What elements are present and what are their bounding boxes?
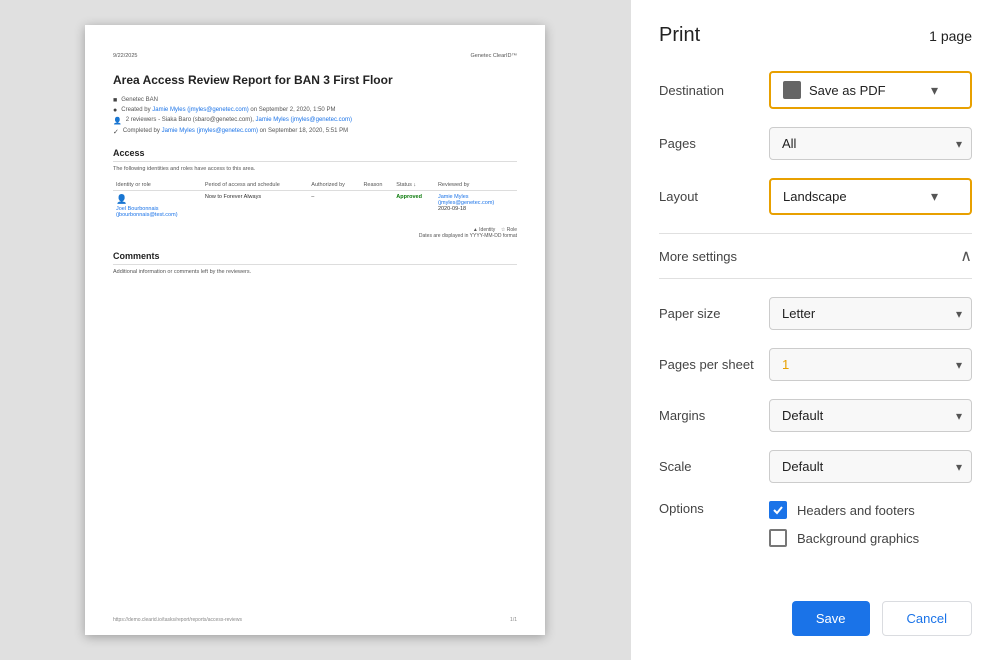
pages-select-wrapper: All ▾ [769, 127, 972, 160]
options-row: Options Headers and footers Background g… [659, 501, 972, 547]
option2-row: Background graphics [769, 529, 919, 547]
cancel-button[interactable]: Cancel [882, 601, 972, 636]
meta-created: Created by Jamie Myles (jmyles@genetec.c… [121, 107, 335, 113]
scale-row: Scale Default ▾ [659, 450, 972, 483]
reviewers-icon: 👤 [113, 117, 122, 125]
headers-footers-checkbox[interactable] [769, 501, 787, 519]
cell-identity: 👤 Joel Bourbonnais(jbourbonnais@test.com… [113, 191, 202, 222]
col-period: Period of access and schedule [202, 180, 308, 191]
print-title: Print [659, 24, 700, 47]
pages-row: Pages All ▾ [659, 127, 972, 160]
preview-area: 9/22/2025 Genetec ClearID™ Area Access R… [0, 0, 630, 660]
background-graphics-checkbox[interactable] [769, 529, 787, 547]
company-icon: ■ [113, 97, 117, 104]
layout-row: Layout Landscape ▾ [659, 178, 972, 215]
pages-per-sheet-row: Pages per sheet 1 ▾ [659, 348, 972, 381]
doc-title: Area Access Review Report for BAN 3 Firs… [113, 73, 517, 87]
layout-arrow-icon: ▾ [931, 188, 938, 205]
layout-value: Landscape [783, 189, 847, 204]
scale-select[interactable]: Default [769, 450, 972, 483]
completer-link[interactable]: Jamie Myles (jmyles@genetec.com) [162, 128, 258, 134]
more-settings-row[interactable]: More settings ∧ [659, 233, 972, 279]
cell-reason [360, 191, 393, 222]
layout-label: Layout [659, 189, 769, 204]
cell-reviewer: Jamie Myles(jmyles@genetec.com)2020-09-1… [435, 191, 517, 222]
destination-label: Destination [659, 83, 769, 98]
margins-row: Margins Default ▾ [659, 399, 972, 432]
col-status: Status ↓ [393, 180, 435, 191]
background-graphics-label: Background graphics [797, 531, 919, 546]
meta-company: Genetec BAN [121, 97, 158, 103]
paper-size-label: Paper size [659, 306, 769, 321]
meta-completed: Completed by Jamie Myles (jmyles@genetec… [123, 128, 348, 134]
destination-row: Destination Save as PDF ▾ [659, 71, 972, 109]
footer-url: https://demo.clearid.io/tasks/report/rep… [113, 617, 242, 623]
doc-footer: https://demo.clearid.io/tasks/report/rep… [113, 617, 517, 623]
options-checkboxes: Headers and footers Background graphics [769, 501, 919, 547]
clock-icon: ● [113, 107, 117, 114]
paper-size-row: Paper size Letter ▾ [659, 297, 972, 330]
pps-wrapper: 1 ▾ [769, 348, 972, 381]
margins-wrapper: Default ▾ [769, 399, 972, 432]
headers-footers-label: Headers and footers [797, 503, 915, 518]
pps-select[interactable]: 1 [769, 348, 972, 381]
access-table: Identity or role Period of access and sc… [113, 180, 517, 221]
paper-size-select[interactable]: Letter [769, 297, 972, 330]
doc-meta: ■ Genetec BAN ● Created by Jamie Myles (… [113, 97, 517, 136]
access-section-title: Access [113, 148, 517, 162]
reviewer-link[interactable]: Jamie Myles (jmyles@genetec.com) [256, 117, 352, 123]
paper-size-wrapper: Letter ▾ [769, 297, 972, 330]
scale-label: Scale [659, 459, 769, 474]
margins-select[interactable]: Default [769, 399, 972, 432]
print-pages: 1 page [929, 28, 972, 44]
doc-top-bar: 9/22/2025 Genetec ClearID™ [113, 53, 517, 59]
meta-row-4: ✓ Completed by Jamie Myles (jmyles@genet… [113, 128, 517, 136]
layout-select[interactable]: Landscape ▾ [769, 178, 972, 215]
pages-label: Pages [659, 136, 769, 151]
pages-select[interactable]: All [769, 127, 972, 160]
document-page: 9/22/2025 Genetec ClearID™ Area Access R… [85, 25, 545, 635]
cell-authorized: – [308, 191, 360, 222]
margins-label: Margins [659, 408, 769, 423]
comments-title: Comments [113, 251, 517, 265]
destination-value: Save as PDF [809, 83, 886, 98]
print-header: Print 1 page [659, 24, 972, 47]
destination-select[interactable]: Save as PDF ▾ [769, 71, 972, 109]
save-button[interactable]: Save [792, 601, 870, 636]
cell-status: Approved [393, 191, 435, 222]
col-reviewer: Reviewed by [435, 180, 517, 191]
print-panel: Print 1 page Destination Save as PDF ▾ P… [630, 0, 1000, 660]
checkmark-icon [772, 504, 784, 516]
destination-arrow-icon: ▾ [931, 82, 938, 99]
doc-date: 9/22/2025 [113, 53, 137, 59]
cell-period: Now to Forever Always [202, 191, 308, 222]
bottom-buttons: Save Cancel [659, 593, 972, 636]
options-label: Options [659, 501, 769, 516]
pdf-icon [783, 81, 801, 99]
scale-wrapper: Default ▾ [769, 450, 972, 483]
footer-page: 1/1 [510, 617, 517, 623]
col-reason: Reason [360, 180, 393, 191]
table-footer: ▲ Identity ☆ Role Dates are displayed in… [113, 227, 517, 239]
layout-select-wrapper: Landscape ▾ [769, 178, 972, 215]
meta-row-1: ■ Genetec BAN [113, 97, 517, 104]
destination-select-wrapper: Save as PDF ▾ [769, 71, 972, 109]
comments-sub: Additional information or comments left … [113, 269, 517, 275]
pages-per-sheet-label: Pages per sheet [659, 357, 769, 372]
creator-link[interactable]: Jamie Myles (jmyles@genetec.com) [152, 107, 248, 113]
meta-row-3: 👤 2 reviewers - Siaka Baro (sbaro@genete… [113, 117, 517, 125]
meta-row-2: ● Created by Jamie Myles (jmyles@genetec… [113, 107, 517, 114]
check-icon: ✓ [113, 128, 119, 136]
option1-row: Headers and footers [769, 501, 919, 519]
access-section-sub: The following identities and roles have … [113, 166, 517, 172]
doc-brand: Genetec ClearID™ [471, 53, 517, 59]
meta-reviewers: 2 reviewers - Siaka Baro (sbaro@genetec.… [126, 117, 352, 123]
more-settings-label: More settings [659, 249, 737, 264]
chevron-up-icon: ∧ [960, 246, 972, 266]
table-row: 👤 Joel Bourbonnais(jbourbonnais@test.com… [113, 191, 517, 222]
col-identity: Identity or role [113, 180, 202, 191]
col-authorized: Authorized by [308, 180, 360, 191]
